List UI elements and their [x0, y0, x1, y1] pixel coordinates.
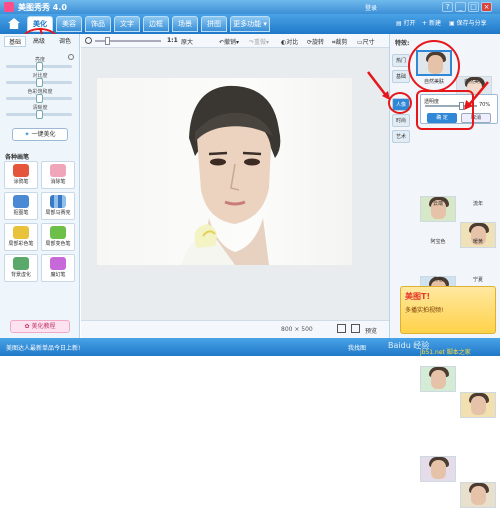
- annotation-arrow: [467, 81, 489, 107]
- effect-thumb-ningxia[interactable]: [460, 482, 496, 508]
- annotation-arrows: [39, 27, 489, 110]
- effect-thumb-warm-yellow[interactable]: [460, 392, 496, 418]
- effect-thumb-yoga[interactable]: [420, 456, 456, 482]
- site-watermark: jb51.net 脚本之家: [420, 349, 471, 356]
- find-image-link[interactable]: 我找图: [348, 343, 366, 352]
- annotation-arrow: [39, 27, 43, 35]
- news-ticker[interactable]: 美图达人最新单品今日上新!: [6, 343, 80, 352]
- bottom-bar: 美图达人最新单品今日上新! 我找图 Baidu 经验 jb51.net 脚本之家: [0, 338, 500, 356]
- effect-thumb-abao[interactable]: [420, 366, 456, 392]
